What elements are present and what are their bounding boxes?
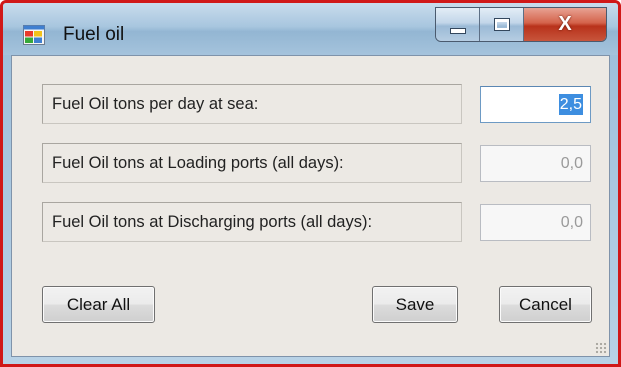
- maximize-button[interactable]: [480, 8, 524, 41]
- window-controls: X: [435, 7, 607, 42]
- title-bar[interactable]: Fuel oil X: [3, 3, 618, 55]
- minimize-icon: [449, 27, 466, 34]
- close-button[interactable]: X: [524, 8, 606, 41]
- cancel-button[interactable]: Cancel: [499, 286, 592, 323]
- loading-ports-label: Fuel Oil tons at Loading ports (all days…: [42, 143, 462, 183]
- discharging-ports-input: 0,0: [480, 204, 591, 241]
- selected-text: 2,5: [558, 94, 583, 115]
- minimize-button[interactable]: [436, 8, 480, 41]
- app-window-icon: [23, 25, 45, 45]
- clear-all-button[interactable]: Clear All: [42, 286, 155, 323]
- sea-consumption-input[interactable]: 2,5: [480, 86, 591, 123]
- maximize-icon: [493, 18, 510, 31]
- fuel-oil-window: Fuel oil X Fuel Oil tons per day at sea:…: [0, 0, 621, 367]
- dialog-body: Fuel Oil tons per day at sea: 2,5 Fuel O…: [11, 55, 610, 357]
- resize-grip[interactable]: [595, 342, 607, 354]
- window-title: Fuel oil: [63, 24, 125, 45]
- loading-ports-input: 0,0: [480, 145, 591, 182]
- sea-consumption-label: Fuel Oil tons per day at sea:: [42, 84, 462, 124]
- discharging-ports-label: Fuel Oil tons at Discharging ports (all …: [42, 202, 462, 242]
- close-icon: X: [558, 13, 572, 35]
- save-button[interactable]: Save: [372, 286, 458, 323]
